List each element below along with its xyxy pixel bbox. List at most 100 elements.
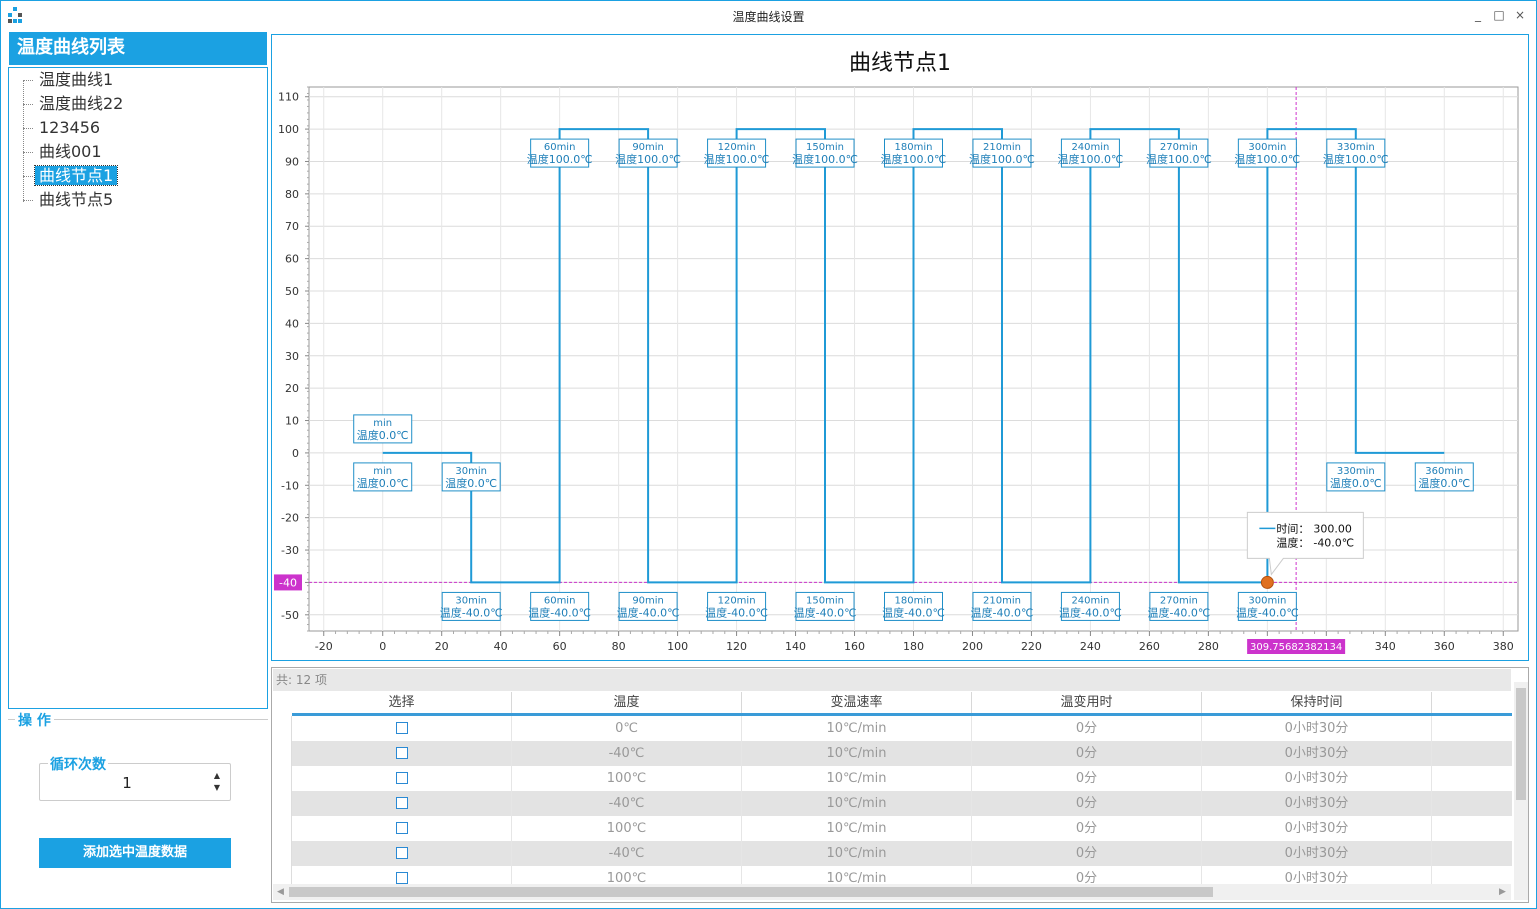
close-button[interactable]: ×	[1510, 5, 1530, 25]
x-tick-label: 180	[903, 640, 924, 653]
loop-count-value[interactable]: 1	[40, 774, 214, 792]
cell-duration: 0分	[972, 716, 1202, 741]
point-label-time: 150min	[806, 142, 844, 153]
scroll-right-icon[interactable]: ▶	[1499, 884, 1506, 900]
table-row[interactable]: -40℃ 10℃/min 0分 0小时30分	[272, 741, 1512, 766]
point-label-time: min	[373, 418, 392, 429]
cell-temperature: -40℃	[512, 841, 742, 866]
table-row[interactable]: 0℃ 10℃/min 0分 0小时30分	[272, 716, 1512, 741]
crosshair-x-readout: 309.75682382134	[1250, 642, 1342, 653]
scroll-left-icon[interactable]: ◀	[277, 884, 284, 900]
point-label-temperature: 温度100.0℃	[615, 152, 681, 166]
row-checkbox[interactable]	[395, 821, 408, 834]
cell-rate: 10℃/min	[742, 841, 972, 866]
select-checkbox[interactable]	[292, 716, 512, 741]
row-checkbox[interactable]	[395, 721, 408, 734]
maximize-button[interactable]: □	[1489, 5, 1509, 25]
row-header[interactable]	[272, 841, 292, 866]
tree-item-label: 温度曲线22	[39, 94, 124, 113]
table-row[interactable]: -40℃ 10℃/min 0分 0小时30分	[272, 841, 1512, 866]
column-header-rate[interactable]: 变温速率	[742, 692, 972, 713]
tree-item-curve-001[interactable]: 曲线001	[23, 141, 106, 163]
tree-item-curve-node-5[interactable]: 曲线节点5	[23, 189, 117, 211]
point-label-temperature: 温度0.0℃	[445, 476, 497, 490]
point-label-time: 120min	[718, 595, 756, 606]
add-selected-temperature-button[interactable]: 添加选中温度数据	[39, 838, 231, 868]
data-grid: 共: 12 项 选择 温度 变温速率 温变用时 保持时间 0℃ 10℃/min 0分…	[271, 667, 1529, 903]
tooltip-temp-value: -40.0℃	[1313, 536, 1354, 549]
x-tick-label: 40	[494, 640, 508, 653]
cell-duration: 0分	[972, 816, 1202, 841]
point-label-time: 330min	[1337, 142, 1375, 153]
horizontal-scroll-thumb[interactable]	[289, 887, 1213, 897]
point-label-time: 360min	[1425, 466, 1463, 477]
loop-count-stepper[interactable]: 循环次数 1 ▲ ▼	[39, 754, 231, 801]
select-checkbox[interactable]	[292, 741, 512, 766]
select-checkbox[interactable]	[292, 816, 512, 841]
point-label-temperature: 温度100.0℃	[1323, 152, 1389, 166]
selected-point-marker[interactable]	[1260, 575, 1274, 589]
row-checkbox[interactable]	[395, 796, 408, 809]
tree-item-label: 曲线节点1	[33, 165, 119, 186]
y-tick-label: 20	[285, 382, 299, 395]
point-label-time: 150min	[806, 595, 844, 606]
cell-hold-time: 0小时30分	[1202, 741, 1432, 766]
point-label-time: 180min	[895, 595, 933, 606]
point-label-temperature: 温度-40.0℃	[705, 605, 768, 619]
y-tick-label: 90	[285, 155, 299, 168]
row-checkbox[interactable]	[395, 846, 408, 859]
spin-arrows-icon[interactable]: ▲ ▼	[214, 770, 220, 794]
point-label-time: 270min	[1160, 595, 1198, 606]
point-label-temperature: 温度0.0℃	[357, 428, 409, 442]
tree-item-123456[interactable]: 123456	[23, 117, 104, 139]
column-header-temperature[interactable]: 温度	[512, 692, 742, 713]
row-checkbox[interactable]	[395, 871, 408, 884]
point-label-time: 240min	[1071, 595, 1109, 606]
cell-temperature: 100℃	[512, 816, 742, 841]
row-header[interactable]	[272, 741, 292, 766]
tree-item-curve-node-1[interactable]: 曲线节点1	[23, 165, 119, 187]
tooltip-time-label: 时间：	[1276, 522, 1309, 535]
column-header-hold-time[interactable]: 保持时间	[1202, 692, 1432, 713]
row-header[interactable]	[272, 766, 292, 791]
point-label-time: 270min	[1160, 142, 1198, 153]
row-header[interactable]	[272, 716, 292, 741]
cell-rate: 10℃/min	[742, 716, 972, 741]
table-row[interactable]: 100℃ 10℃/min 0分 0小时30分	[272, 766, 1512, 791]
tree-item-curve-1[interactable]: 温度曲线1	[23, 69, 117, 91]
vertical-scrollbar[interactable]	[1514, 682, 1528, 900]
point-label-temperature: 温度-40.0℃	[1147, 605, 1210, 619]
row-checkbox[interactable]	[395, 746, 408, 759]
x-tick-label: 380	[1493, 640, 1514, 653]
select-checkbox[interactable]	[292, 791, 512, 816]
x-tick-label: 240	[1080, 640, 1101, 653]
tree-item-curve-22[interactable]: 温度曲线22	[23, 93, 127, 115]
column-header-select[interactable]: 选择	[292, 692, 512, 713]
table-row[interactable]: 100℃ 10℃/min 0分 0小时30分	[272, 816, 1512, 841]
point-label-temperature: 温度-40.0℃	[794, 605, 857, 619]
cell-rate: 10℃/min	[742, 816, 972, 841]
minimize-button[interactable]: _	[1468, 5, 1488, 25]
cell-rate: 10℃/min	[742, 791, 972, 816]
select-checkbox[interactable]	[292, 841, 512, 866]
cell-duration: 0分	[972, 741, 1202, 766]
point-label-temperature: 温度100.0℃	[704, 152, 770, 166]
column-header-duration[interactable]: 温变用时	[972, 692, 1202, 713]
point-label-temperature: 温度100.0℃	[1057, 152, 1123, 166]
row-header[interactable]	[272, 791, 292, 816]
x-tick-label: 220	[1021, 640, 1042, 653]
cell-temperature: 0℃	[512, 716, 742, 741]
tooltip-temp-label: 温度：	[1276, 535, 1309, 549]
point-label-time: 60min	[544, 142, 576, 153]
row-checkbox[interactable]	[395, 771, 408, 784]
crosshair-y-readout: -40	[279, 576, 297, 589]
vertical-scroll-thumb[interactable]	[1516, 688, 1526, 800]
temperature-curve-chart[interactable]: -50 -40 -30 -20 -10 0 10 20 30 40 50 60 70 80 90 100 110…	[272, 35, 1528, 660]
horizontal-scrollbar[interactable]: ◀ ▶	[273, 884, 1511, 900]
row-header[interactable]	[272, 816, 292, 841]
point-label-time: 90min	[632, 142, 664, 153]
x-tick-label: 160	[844, 640, 865, 653]
x-tick-label: 80	[612, 640, 626, 653]
select-checkbox[interactable]	[292, 766, 512, 791]
table-row[interactable]: -40℃ 10℃/min 0分 0小时30分	[272, 791, 1512, 816]
